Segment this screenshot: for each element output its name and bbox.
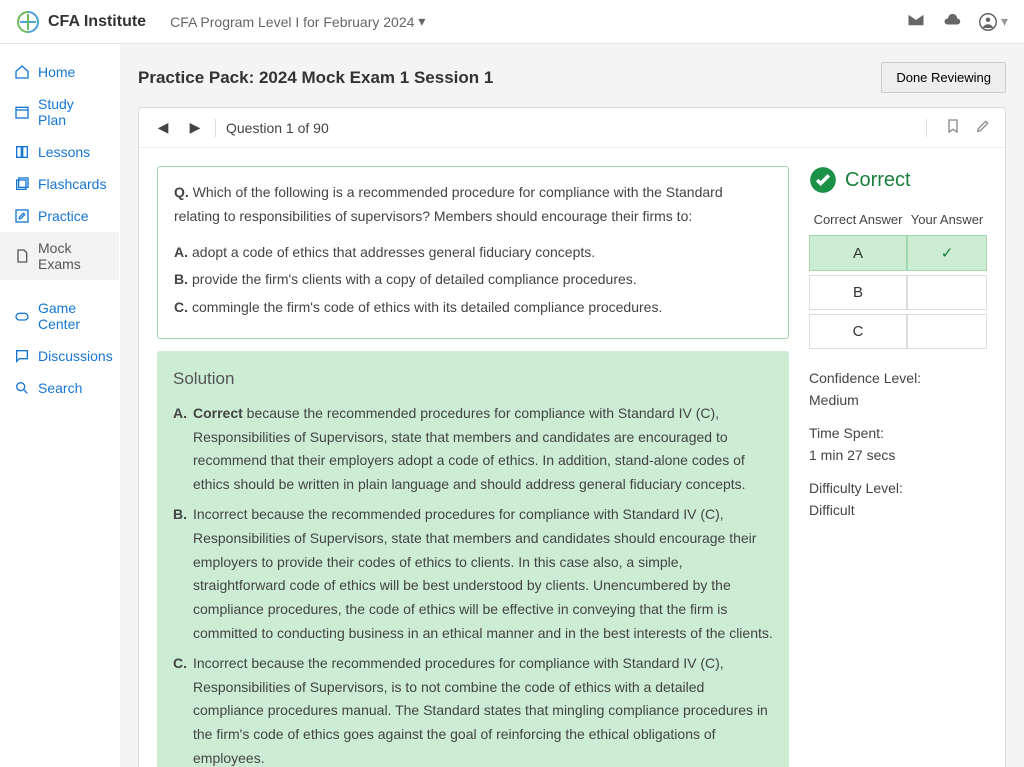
user-icon [979, 13, 997, 31]
main-content: Practice Pack: 2024 Mock Exam 1 Session … [120, 44, 1024, 767]
question-box: Q. Which of the following is a recommend… [157, 166, 789, 339]
prev-question-button[interactable]: ◀ [153, 119, 173, 136]
question-label: Q. [174, 184, 189, 200]
time-value: 1 min 27 secs [809, 444, 987, 466]
sidebar-item-game-center[interactable]: Game Center [0, 292, 119, 340]
chevron-down-icon: ▾ [418, 13, 425, 30]
option-a: A.adopt a code of ethics that addresses … [174, 241, 772, 265]
status-correct: Correct [809, 166, 987, 194]
next-question-button[interactable]: ▶ [185, 119, 205, 136]
sidebar: Home Study Plan Lessons Flashcards Pract… [0, 44, 120, 767]
program-selector[interactable]: CFA Program Level I for February 2024 ▾ [170, 13, 425, 30]
option-b: B.provide the firm's clients with a copy… [174, 268, 772, 292]
topbar-actions: ▾ [907, 11, 1008, 32]
sidebar-item-label: Study Plan [38, 96, 105, 128]
confidence-value: Medium [809, 389, 987, 411]
answer-row-a: A ✓ [809, 235, 987, 271]
solution-item-c: C. Incorrect because the recommended pro… [173, 652, 773, 767]
brand-name: CFA Institute [48, 13, 146, 31]
answer-row-b: B [809, 275, 987, 310]
solution-item-a: A. Correct because the recommended proce… [173, 402, 773, 497]
question-toolbar: ◀ ▶ Question 1 of 90 [139, 108, 1005, 148]
document-icon [14, 248, 30, 264]
brand-logo[interactable]: CFA Institute [16, 10, 146, 34]
chevron-down-icon: ▾ [1001, 13, 1008, 30]
logo-icon [16, 10, 40, 34]
sidebar-item-label: Flashcards [38, 176, 106, 192]
sidebar-item-label: Discussions [38, 348, 113, 364]
results-panel: Correct Correct Answer Your Answer A ✓ B [809, 166, 987, 531]
topbar: CFA Institute CFA Program Level I for Fe… [0, 0, 1024, 44]
mail-icon[interactable] [907, 11, 925, 32]
options-list: A.adopt a code of ethics that addresses … [174, 241, 772, 320]
confidence-label: Confidence Level: [809, 367, 987, 389]
sidebar-item-home[interactable]: Home [0, 56, 119, 88]
option-c: C.commingle the firm's code of ethics wi… [174, 296, 772, 320]
calendar-icon [14, 104, 30, 120]
correct-answer-header: Correct Answer [809, 212, 907, 231]
sidebar-item-label: Game Center [38, 300, 105, 332]
chat-icon [14, 348, 30, 364]
book-icon [14, 144, 30, 160]
answer-row-c: C [809, 314, 987, 349]
bookmark-button[interactable] [945, 118, 961, 137]
done-reviewing-button[interactable]: Done Reviewing [881, 62, 1006, 93]
sidebar-item-label: Home [38, 64, 75, 80]
user-menu[interactable]: ▾ [979, 13, 1008, 31]
gamepad-icon [14, 308, 30, 324]
page-header: Practice Pack: 2024 Mock Exam 1 Session … [138, 62, 1006, 93]
time-label: Time Spent: [809, 422, 987, 444]
sidebar-item-discussions[interactable]: Discussions [0, 340, 119, 372]
question-content: Q. Which of the following is a recommend… [157, 166, 789, 767]
sidebar-item-label: Practice [38, 208, 89, 224]
question-counter: Question 1 of 90 [226, 120, 329, 136]
program-name-text: CFA Program Level I for February 2024 [170, 14, 414, 30]
your-answer-header: Your Answer [907, 212, 987, 231]
sidebar-item-label: Lessons [38, 144, 90, 160]
cards-icon [14, 176, 30, 192]
search-icon [14, 380, 30, 396]
sidebar-item-practice[interactable]: Practice [0, 200, 119, 232]
sidebar-item-search[interactable]: Search [0, 372, 119, 404]
question-card: ◀ ▶ Question 1 of 90 Q. Which of the fol… [138, 107, 1006, 767]
sidebar-item-label: Search [38, 380, 82, 396]
sidebar-item-lessons[interactable]: Lessons [0, 136, 119, 168]
sidebar-item-label: Mock Exams [38, 240, 105, 272]
cloud-icon[interactable] [943, 11, 961, 32]
solution-box: Solution A. Correct because the recommen… [157, 351, 789, 767]
sidebar-item-study-plan[interactable]: Study Plan [0, 88, 119, 136]
answer-table: Correct Answer Your Answer A ✓ B C [809, 208, 987, 353]
solution-heading: Solution [173, 365, 773, 394]
page-title: Practice Pack: 2024 Mock Exam 1 Session … [138, 68, 493, 88]
question-meta: Confidence Level: Medium Time Spent: 1 m… [809, 367, 987, 521]
question-text: Which of the following is a recommended … [174, 184, 723, 224]
solution-item-b: B. Incorrect because the recommended pro… [173, 503, 773, 646]
edit-button[interactable] [975, 118, 991, 137]
difficulty-label: Difficulty Level: [809, 477, 987, 499]
check-circle-icon [809, 166, 837, 194]
pencil-square-icon [14, 208, 30, 224]
sidebar-item-mock-exams[interactable]: Mock Exams [0, 232, 119, 280]
sidebar-item-flashcards[interactable]: Flashcards [0, 168, 119, 200]
difficulty-value: Difficult [809, 499, 987, 521]
home-icon [14, 64, 30, 80]
